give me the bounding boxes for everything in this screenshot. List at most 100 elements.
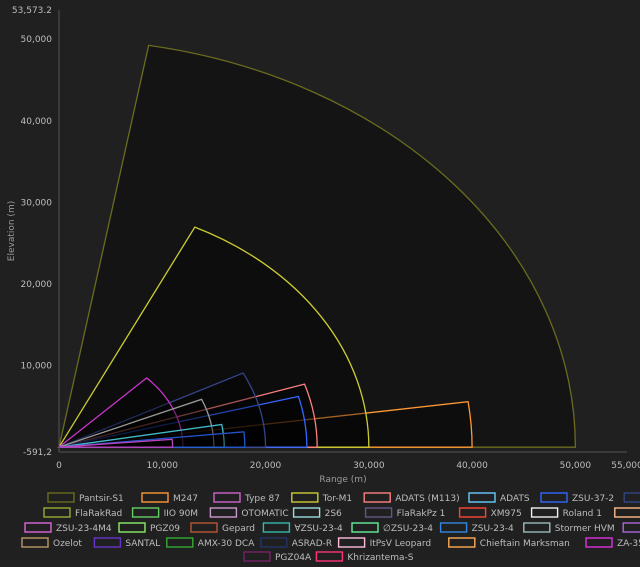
- legend-label: ADATS (M113): [395, 494, 459, 504]
- y-min-label: -591,2: [23, 448, 52, 458]
- legend-label: PGZ04A: [275, 553, 312, 563]
- legend-item[interactable]: M247: [141, 492, 198, 504]
- y-tick-label: 20,000: [21, 280, 53, 290]
- legend-item[interactable]: ▆IO 90M: [623, 492, 640, 504]
- legend-swatch: [243, 551, 271, 562]
- legend-item[interactable]: AMX-30 DCA: [166, 537, 255, 549]
- legend-label: ASRAD-R: [292, 539, 332, 549]
- y-tick-label: 40,000: [21, 117, 53, 127]
- legend-item[interactable]: XM975: [458, 507, 522, 519]
- legend-swatch: [623, 492, 640, 503]
- legend-label: Khrizantema-S: [347, 553, 413, 563]
- legend-item[interactable]: SANTAL: [93, 537, 160, 549]
- legend-item[interactable]: ZSU-23-4: [439, 522, 514, 534]
- x-tick-label: 40,000: [456, 461, 488, 471]
- legend-item[interactable]: Pantsir-S1: [47, 492, 124, 504]
- legend-item[interactable]: ∀ZSU-23-4: [262, 522, 343, 534]
- x-tick-label: 50,000: [560, 461, 592, 471]
- y-tick-label: 30,000: [21, 198, 53, 208]
- legend-swatch: [540, 492, 568, 503]
- legend-swatch: [315, 551, 344, 562]
- legend-item[interactable]: PGZ04A: [243, 551, 312, 563]
- legend-item[interactable]: FlaRakRad: [43, 507, 122, 519]
- y-axis-title: Elevation (m): [7, 201, 17, 261]
- legend-swatch: [439, 522, 468, 533]
- legend-item[interactable]: Type 87: [213, 492, 280, 504]
- legend-label: ZSU-23-4: [472, 524, 514, 534]
- legend-item[interactable]: PGZ09: [118, 522, 180, 534]
- legend-swatch: [448, 537, 476, 548]
- x-axis-title: Range (m): [319, 475, 366, 485]
- x-tick-label: 30,000: [353, 461, 385, 471]
- legend-label: AMX-30 DCA: [198, 539, 255, 549]
- legend-swatch: [468, 492, 496, 503]
- legend-item[interactable]: ADATS: [468, 492, 530, 504]
- legend-item[interactable]: ASRAD-R: [260, 537, 332, 549]
- legend-label: IIO 90M: [164, 509, 198, 519]
- legend-label: ∅ZSU-23-4: [383, 524, 433, 534]
- legend-label: Type 87: [244, 494, 280, 504]
- legend-swatch: [209, 507, 238, 518]
- legend-label: FlaRakPz 1: [397, 509, 446, 519]
- legend-item[interactable]: ∅ZSU-23-4: [351, 522, 433, 534]
- x-tick-label: 0: [56, 461, 62, 471]
- legend-item[interactable]: Ozelot: [21, 537, 82, 549]
- legend-item[interactable]: Stormer HVM: [523, 522, 615, 534]
- legend-label: Tor-M1: [322, 494, 352, 504]
- legend-swatch: [131, 507, 160, 518]
- legend-label: M247: [173, 494, 198, 504]
- legend-label: XM975: [491, 509, 522, 519]
- legend-item[interactable]: ZA-35: [585, 537, 640, 549]
- legend-label: PGZ09: [150, 524, 180, 534]
- legend-item[interactable]: ItPsV Leopard: [337, 537, 432, 549]
- x-tick-label: 55,000: [611, 461, 640, 471]
- x-ticks: 0 10,000 20,000 30,000 40,000 50,000 55,000: [56, 461, 640, 471]
- legend-item[interactable]: 2S6: [292, 507, 342, 519]
- legend-swatch: [166, 537, 194, 548]
- legend-swatch: [24, 522, 52, 533]
- legend-label: Gepard: [222, 524, 255, 534]
- legend-swatch: [291, 492, 319, 503]
- legend-item[interactable]: ZSU-23-4M4: [24, 522, 112, 534]
- y-max-label: 53,573.2: [12, 6, 52, 16]
- legend-swatch: [47, 492, 75, 503]
- legend-swatch: [337, 537, 366, 548]
- legend-label: 2S6: [325, 509, 342, 519]
- legend-swatch: [614, 507, 640, 518]
- legend-item[interactable]: OTOMATIC: [209, 507, 289, 519]
- legend-swatch: [43, 507, 71, 518]
- legend-label: ItPsV Leopard: [370, 539, 432, 549]
- legend-swatch: [141, 492, 169, 503]
- legend-item[interactable]: Roland 1: [530, 507, 602, 519]
- legend-label: Pantsir-S1: [79, 494, 124, 504]
- legend-label: ZSU-37-2: [572, 494, 614, 504]
- legend-swatch: [530, 507, 559, 518]
- legend-swatch: [458, 507, 487, 518]
- legend-label: Stormer HVM: [555, 524, 615, 534]
- legend-swatch: [363, 492, 391, 503]
- legend-label: Chieftain Marksman: [480, 539, 570, 549]
- legend-label: Roland 1: [563, 509, 602, 519]
- legend-item[interactable]: Gepard 1A2: [614, 507, 640, 519]
- legend-item[interactable]: IIO 90M: [131, 507, 198, 519]
- legend-item[interactable]: ZSU-37-2: [540, 492, 614, 504]
- legend-item[interactable]: Chieftain Marksman: [448, 537, 570, 549]
- legend-swatch: [262, 522, 291, 533]
- legend-item[interactable]: Gepard: [190, 522, 255, 534]
- legend-label: ZA-35: [617, 539, 640, 549]
- x-tick-label: 20,000: [250, 461, 282, 471]
- legend-swatch: [213, 492, 241, 503]
- legend-swatch: [93, 537, 122, 548]
- legend-label: ADATS: [500, 494, 530, 504]
- legend-item[interactable]: Tor-M1: [291, 492, 352, 504]
- legend-swatch: [292, 507, 321, 518]
- y-tick-label: 50,000: [21, 35, 53, 45]
- legend-item[interactable]: Khrizantema-S: [315, 551, 414, 563]
- legend-item[interactable]: Lvkv 9040C: [622, 522, 640, 534]
- legend-label: ZSU-23-4M4: [56, 524, 112, 534]
- legend-swatch: [118, 522, 146, 533]
- legend: Pantsir-S1 M247 Type 87 Tor-M1 ADATS (M113) A…: [21, 492, 640, 563]
- legend-item[interactable]: FlaRakPz 1: [364, 507, 446, 519]
- legend-label: OTOMATIC: [241, 509, 288, 519]
- legend-item[interactable]: ADATS (M113): [363, 492, 460, 504]
